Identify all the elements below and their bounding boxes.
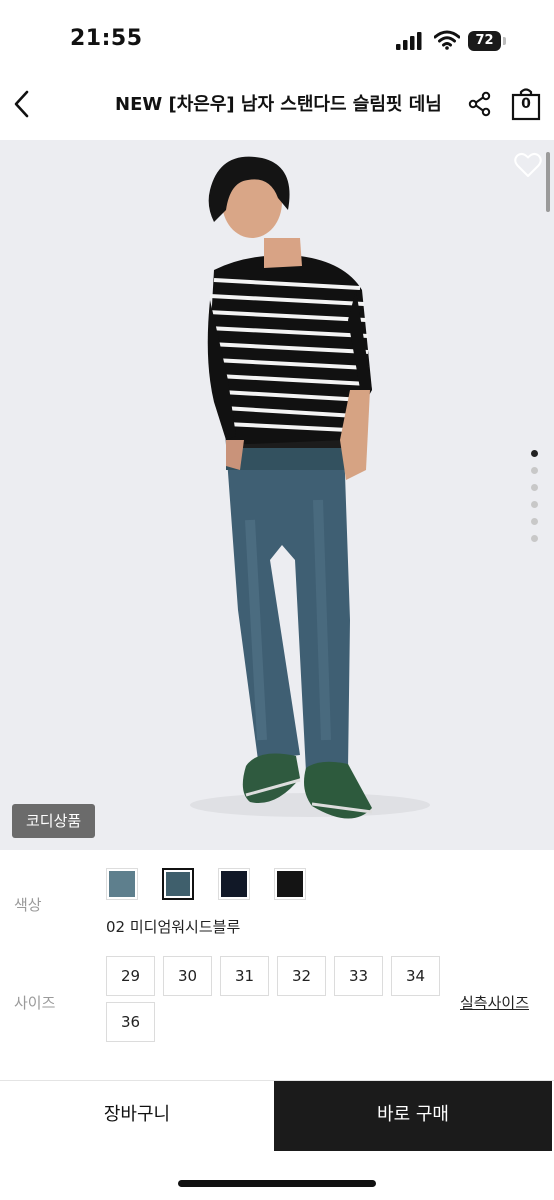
- shopping-bag-button[interactable]: 0: [510, 87, 542, 121]
- size-option-33[interactable]: 33: [334, 956, 383, 996]
- share-icon[interactable]: [466, 90, 494, 118]
- page-title: NEW [차은우] 남자 스탠다드 슬림핏 데님: [115, 94, 442, 115]
- pagination-dot[interactable]: [531, 484, 538, 491]
- pagination-dot[interactable]: [531, 450, 538, 457]
- home-indicator[interactable]: [178, 1180, 376, 1187]
- product-header: NEW [차은우] 남자 스탠다드 슬림핏 데님 0: [0, 72, 554, 140]
- color-swatch[interactable]: [106, 868, 138, 900]
- product-photo: [190, 156, 430, 819]
- battery-icon: 72: [468, 31, 508, 51]
- buy-now-button[interactable]: 바로 구매: [274, 1081, 552, 1151]
- size-label: 사이즈: [14, 994, 56, 1012]
- coordi-badge[interactable]: 코디상품: [12, 804, 96, 838]
- size-option-30[interactable]: 30: [163, 956, 212, 996]
- color-swatch[interactable]: [218, 868, 250, 900]
- status-bar: 21:55 72: [0, 0, 554, 72]
- size-option-29[interactable]: 29: [106, 956, 155, 996]
- color-label: 색상: [14, 896, 42, 914]
- color-swatch-selected[interactable]: [162, 868, 194, 900]
- product-image-carousel[interactable]: 코디상품: [0, 140, 554, 850]
- chevron-left-icon: [14, 90, 29, 118]
- carousel-pagination: [531, 450, 539, 552]
- cart-count-badge: 0: [521, 96, 531, 112]
- heart-icon[interactable]: [514, 152, 542, 178]
- pagination-dot[interactable]: [531, 467, 538, 474]
- pagination-dot[interactable]: [531, 535, 538, 542]
- color-swatch[interactable]: [274, 868, 306, 900]
- bottom-action-bar: 장바구니 바로 구매: [0, 1080, 554, 1151]
- size-guide-link[interactable]: 실측사이즈: [460, 992, 529, 1013]
- scrollbar[interactable]: [546, 152, 550, 212]
- status-time: 21:55: [70, 26, 143, 51]
- size-option-32[interactable]: 32: [277, 956, 326, 996]
- wifi-icon: [434, 30, 460, 50]
- back-button[interactable]: [6, 84, 36, 124]
- add-to-cart-button[interactable]: 장바구니: [0, 1081, 274, 1151]
- battery-level: 72: [468, 31, 501, 51]
- pagination-dot[interactable]: [531, 518, 538, 525]
- size-option-36[interactable]: 36: [106, 1002, 155, 1042]
- cellular-signal-icon: [396, 32, 422, 50]
- color-swatches: [106, 868, 330, 900]
- size-option-31[interactable]: 31: [220, 956, 269, 996]
- selected-color-name: 02 미디엄워시드블루: [106, 918, 241, 936]
- pagination-dot[interactable]: [531, 501, 538, 508]
- size-option-34[interactable]: 34: [391, 956, 440, 996]
